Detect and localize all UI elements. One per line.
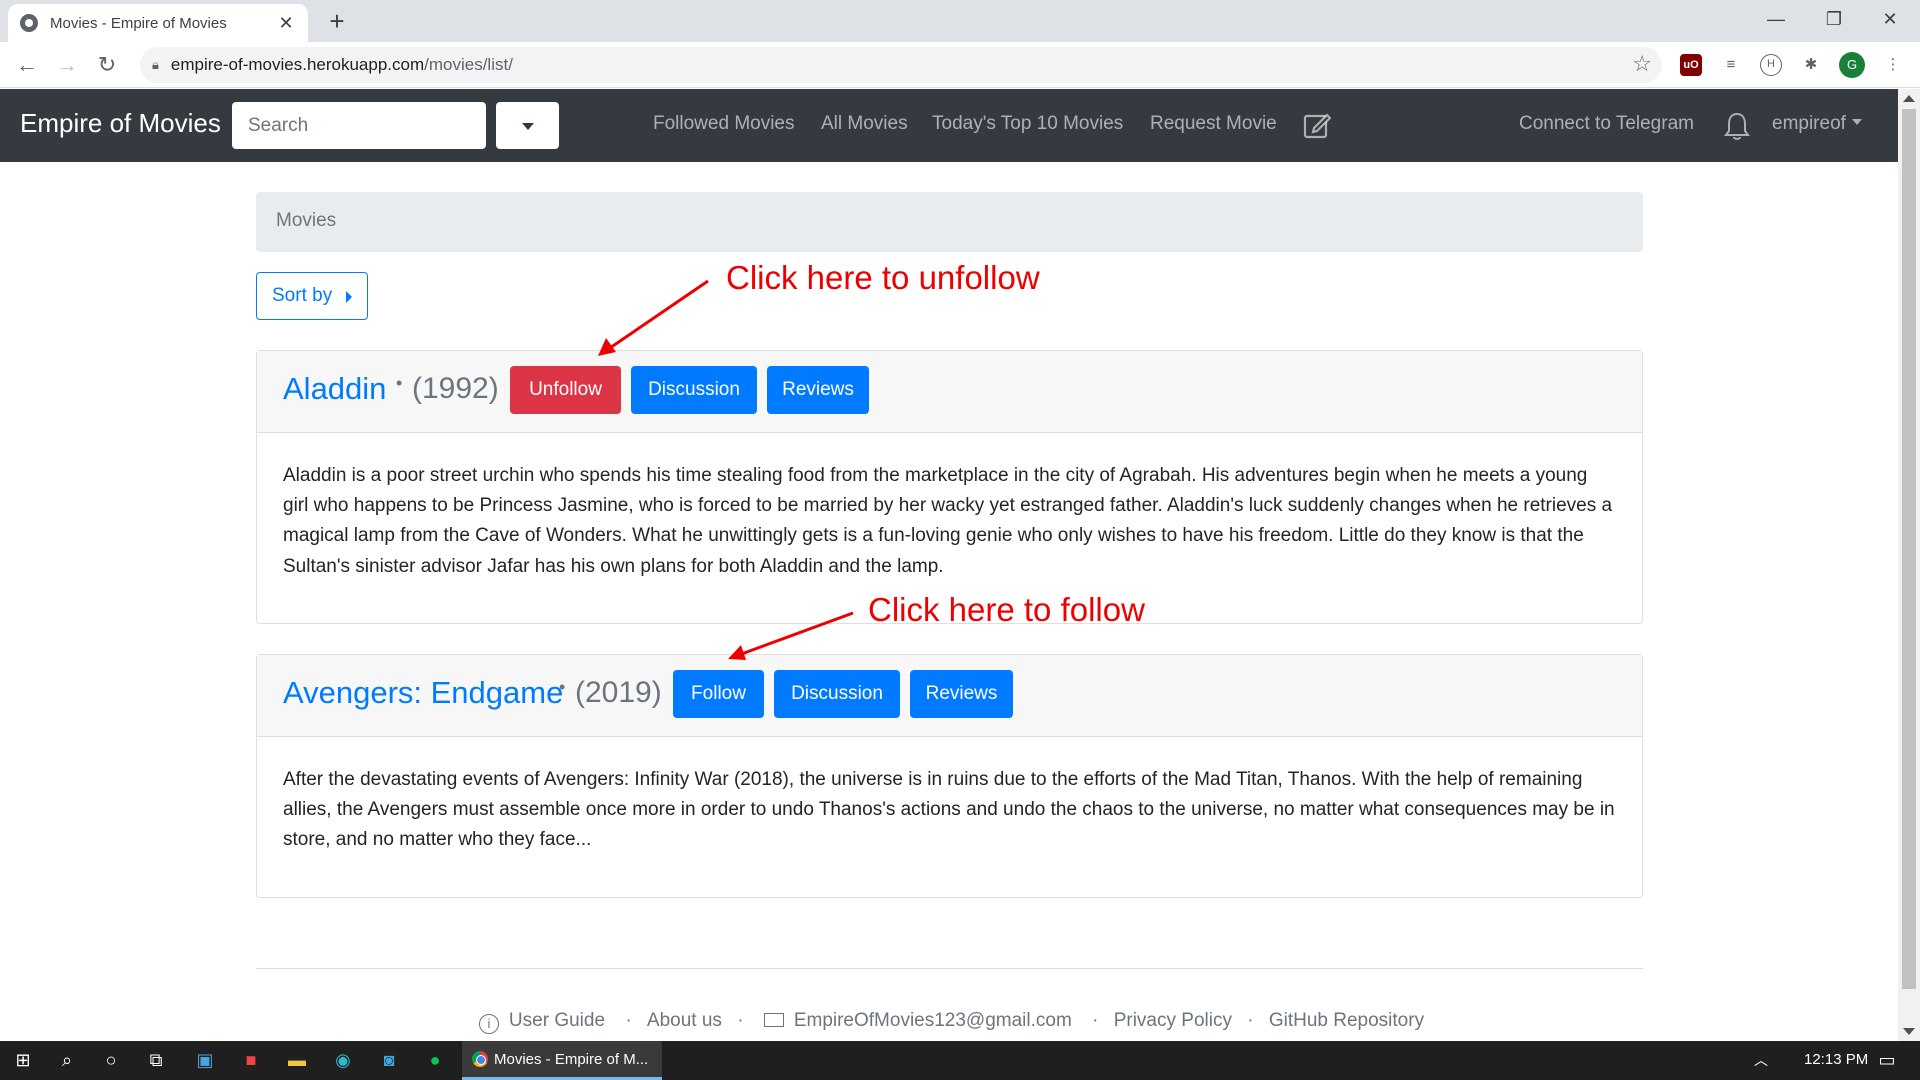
nav-top10-movies[interactable]: Today's Top 10 Movies <box>932 113 1123 135</box>
reviews-button[interactable]: Reviews <box>767 366 869 414</box>
search-icon[interactable]: ⌕ <box>56 1049 78 1071</box>
profile-avatar[interactable]: G <box>1839 52 1865 78</box>
tray-chevron-icon[interactable]: ︿ <box>1750 1049 1772 1071</box>
movie-card-header: Avengers: Endgame • (2019) Follow Discus… <box>257 655 1642 737</box>
breadcrumb: Movies <box>256 192 1643 252</box>
new-tab-icon[interactable]: + <box>322 6 352 36</box>
close-window-icon[interactable]: ✕ <box>1862 0 1918 40</box>
globe-icon <box>20 14 38 32</box>
nav-connect-telegram[interactable]: Connect to Telegram <box>1519 113 1694 135</box>
mail-icon <box>763 1013 784 1027</box>
annotation-unfollow: Click here to unfollow <box>726 259 1040 296</box>
footer-privacy[interactable]: Privacy Policy <box>1114 1010 1232 1031</box>
taskbar-window-title: Movies - Empire of M... <box>494 1050 649 1068</box>
puzzle-icon[interactable]: ✱ <box>1800 54 1822 76</box>
url-host: empire-of-movies.herokuapp.com <box>170 55 425 74</box>
extension-h-icon[interactable]: H <box>1760 54 1782 76</box>
ublock-icon[interactable]: uO <box>1680 54 1702 76</box>
lock-icon: 🔒︎ <box>152 57 159 72</box>
arrow-to-unfollow <box>603 279 709 354</box>
address-bar[interactable]: 🔒︎ empire-of-movies.herokuapp.com/movies… <box>140 47 1662 83</box>
title-dot: • <box>396 373 403 393</box>
browser-tab[interactable]: Movies - Empire of Movies ✕ <box>8 4 308 42</box>
movie-year: (2019) <box>575 676 662 709</box>
app-icon[interactable]: ◙ <box>378 1049 400 1071</box>
movie-card: Aladdin • (1992) Unfollow Discussion Rev… <box>256 350 1643 624</box>
movie-description: After the devastating events of Avengers… <box>283 769 1615 851</box>
intellij-icon[interactable]: ■ <box>240 1049 262 1071</box>
footer: i User Guide · About us · EmpireOfMovies1… <box>0 1010 1898 1034</box>
sort-label: Sort by <box>272 285 333 306</box>
nav-followed-movies[interactable]: Followed Movies <box>653 113 795 135</box>
task-view-icon[interactable]: ⧉ <box>145 1049 167 1071</box>
annotation-follow: Click here to follow <box>868 591 1145 628</box>
footer-separator: · <box>625 1010 632 1031</box>
movie-description: Aladdin is a poor street urchin who spen… <box>283 465 1613 577</box>
browser-toolbar: ← → ↻ 🔒︎ empire-of-movies.herokuapp.com /… <box>0 42 1920 88</box>
back-icon[interactable]: ← <box>12 50 42 80</box>
footer-user-guide[interactable]: i User Guide <box>474 1010 610 1034</box>
footer-about[interactable]: About us <box>647 1010 722 1031</box>
user-guide-label: User Guide <box>508 1010 606 1031</box>
title-dot: • <box>559 677 566 697</box>
footer-github[interactable]: GitHub Repository <box>1269 1010 1424 1031</box>
edge-icon[interactable]: ◉ <box>332 1049 354 1071</box>
movie-card-header: Aladdin • (1992) Unfollow Discussion Rev… <box>257 351 1642 433</box>
browser-tabstrip: Movies - Empire of Movies ✕ + — ❐ ✕ <box>0 0 1920 42</box>
chrome-icon <box>472 1051 488 1067</box>
bookmark-star-icon[interactable]: ☆ <box>1632 51 1652 77</box>
notifications-icon[interactable]: ▭ <box>1876 1049 1898 1071</box>
footer-separator: · <box>1247 1010 1254 1031</box>
windows-taskbar: ⊞ ⌕ ○ ⧉ ▣ ■ ▬ ◉ ◙ ● Movies - Empire of M… <box>0 1041 1920 1080</box>
url-path: /movies/list/ <box>424 55 513 74</box>
movie-title[interactable]: Avengers: Endgame <box>283 675 563 711</box>
scroll-thumb[interactable] <box>1902 109 1916 989</box>
store-icon[interactable]: ▣ <box>194 1049 216 1071</box>
movie-card: Avengers: Endgame • (2019) Follow Discus… <box>256 654 1643 898</box>
breadcrumb-item: Movies <box>276 210 337 231</box>
unfollow-button[interactable]: Unfollow <box>510 366 621 414</box>
footer-divider <box>256 968 1643 969</box>
windows-start-icon[interactable]: ⊞ <box>12 1049 34 1071</box>
info-icon: i <box>478 1014 499 1034</box>
discussion-button[interactable]: Discussion <box>774 670 900 718</box>
forward-icon[interactable]: → <box>52 50 82 80</box>
cortana-icon[interactable]: ○ <box>100 1049 122 1071</box>
clock[interactable]: 12:13 PM <box>1804 1051 1868 1068</box>
discussion-button[interactable]: Discussion <box>631 366 757 414</box>
file-explorer-icon[interactable]: ▬ <box>286 1049 308 1071</box>
scroll-down-icon[interactable] <box>1903 1028 1915 1035</box>
reload-icon[interactable]: ↻ <box>92 50 122 80</box>
tab-title: Movies - Empire of Movies <box>50 14 227 32</box>
email-label: EmpireOfMovies123@gmail.com <box>793 1010 1072 1031</box>
footer-separator: · <box>737 1010 744 1031</box>
sort-by-button[interactable]: Sort by <box>256 272 368 320</box>
site-navbar: Empire of Movies Followed Movies All Mov… <box>0 89 1898 162</box>
search-input[interactable] <box>232 102 486 149</box>
scroll-up-icon[interactable] <box>1903 95 1915 102</box>
footer-email[interactable]: EmpireOfMovies123@gmail.com <box>759 1010 1077 1031</box>
close-tab-icon[interactable]: ✕ <box>276 13 296 34</box>
minimize-icon[interactable]: — <box>1748 0 1804 40</box>
search-dropdown-button[interactable] <box>496 102 559 149</box>
edit-icon[interactable] <box>1303 111 1331 139</box>
brand-logo[interactable]: Empire of Movies <box>20 108 221 139</box>
nav-request-movie[interactable]: Request Movie <box>1150 113 1277 135</box>
follow-button[interactable]: Follow <box>673 670 764 718</box>
footer-separator: · <box>1092 1010 1099 1031</box>
username: empireof <box>1772 113 1846 134</box>
user-menu-toggle[interactable]: empireof <box>1772 113 1862 135</box>
menu-kebab-icon[interactable]: ⋮ <box>1882 54 1904 76</box>
nav-all-movies[interactable]: All Movies <box>821 113 908 135</box>
reviews-button[interactable]: Reviews <box>910 670 1013 718</box>
bell-icon[interactable] <box>1723 111 1751 141</box>
taskbar-chrome-window[interactable]: Movies - Empire of M... <box>462 1041 662 1080</box>
page-scrollbar[interactable] <box>1898 89 1920 1041</box>
movie-year: (1992) <box>412 372 499 405</box>
restore-icon[interactable]: ❐ <box>1806 0 1862 40</box>
movie-title[interactable]: Aladdin <box>283 371 386 407</box>
reading-list-icon[interactable]: ≡ <box>1720 54 1742 76</box>
line-icon[interactable]: ● <box>424 1049 446 1071</box>
